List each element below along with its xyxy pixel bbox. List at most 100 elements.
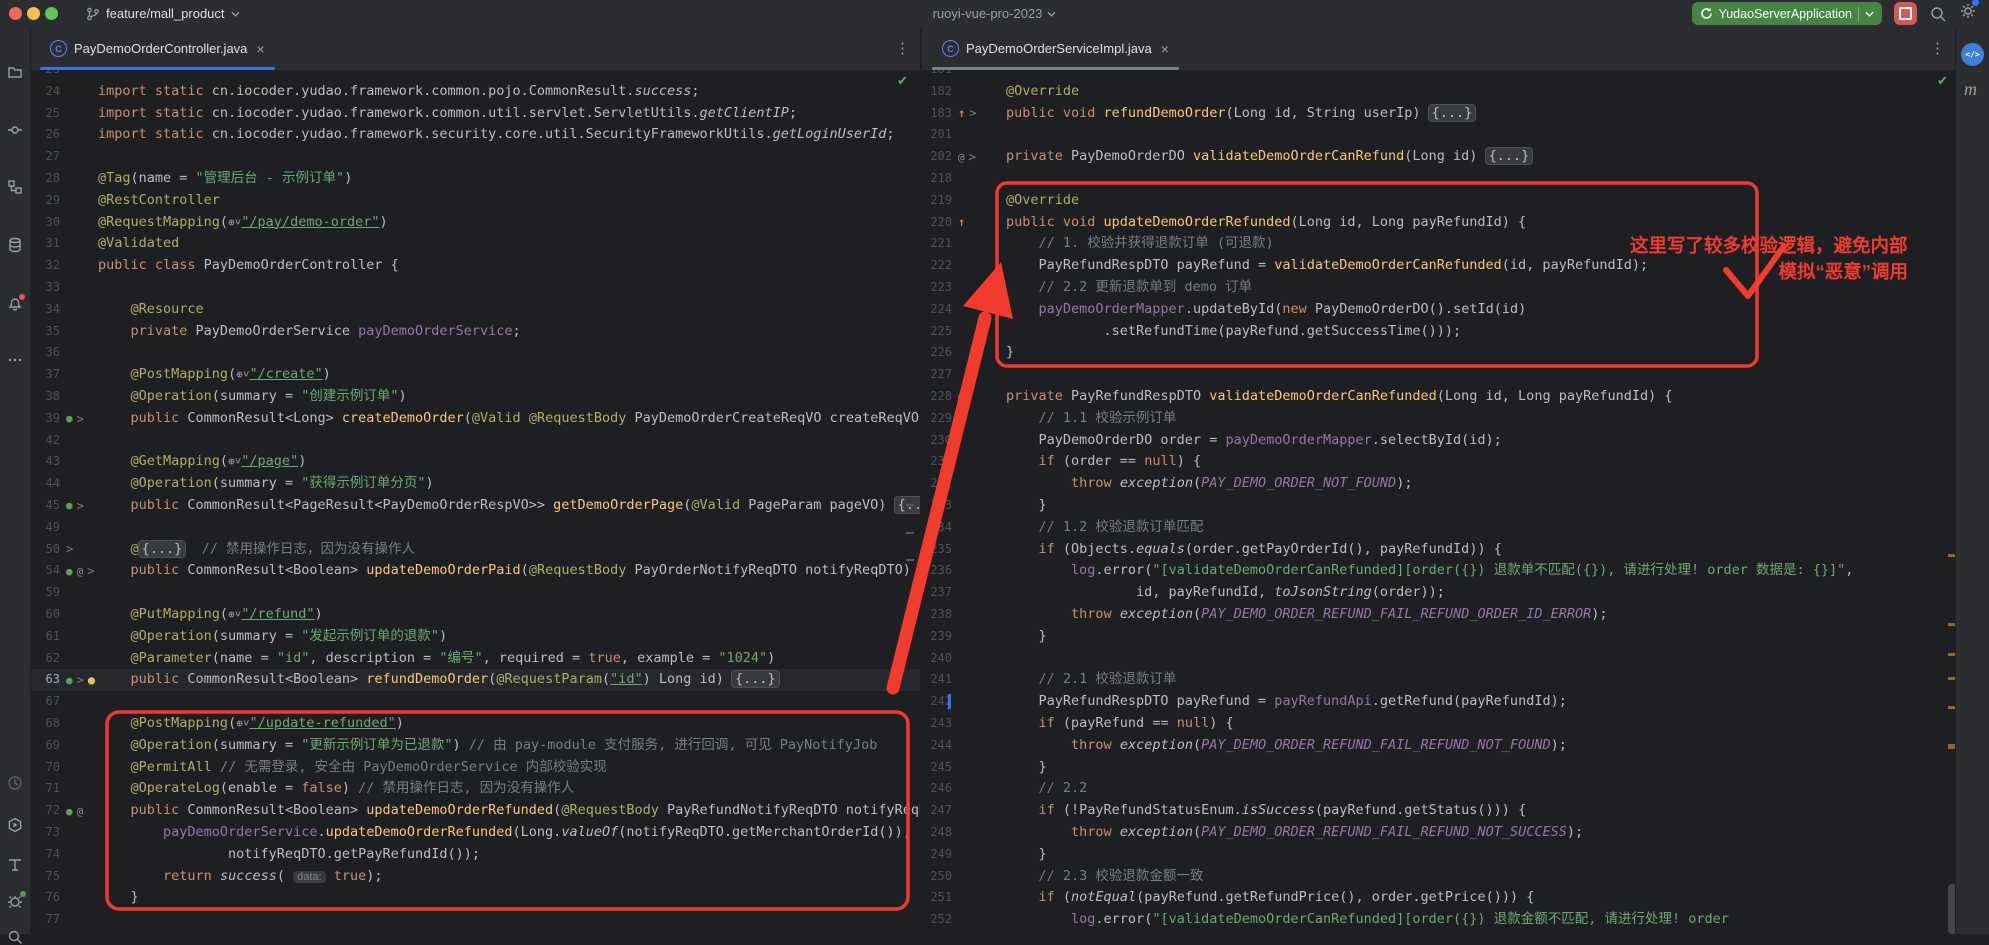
inspections-ok-icon[interactable]: ✔ xyxy=(1937,73,1948,89)
code-line[interactable]: 42 xyxy=(30,430,920,452)
code-line[interactable]: 63●>● public CommonResult<Boolean> refun… xyxy=(30,669,920,691)
code-line[interactable]: 28@Tag(name = "管理后台 - 示例订单") xyxy=(30,168,920,190)
search-everywhere-icon[interactable] xyxy=(1929,5,1947,23)
code-line[interactable]: 74 notifyReqDTO.getPayRefundId()); xyxy=(30,844,920,866)
fold-arrow-icon[interactable]: > xyxy=(77,674,84,686)
code-line[interactable]: 241 // 2.1 校验退款订单 xyxy=(922,669,1955,691)
code-line[interactable]: 243 if (payRefund == null) { xyxy=(922,713,1955,735)
macos-minimize-button[interactable] xyxy=(27,7,40,20)
code-line[interactable]: 54●@> public CommonResult<Boolean> updat… xyxy=(30,560,920,582)
editor-splitter[interactable] xyxy=(920,27,922,934)
change-marker[interactable] xyxy=(906,504,914,506)
code-line[interactable]: 60 @PutMapping(⊕˅"/refund") xyxy=(30,604,920,626)
code-line[interactable]: 238 throw exception(PAY_DEMO_ORDER_REFUN… xyxy=(922,604,1955,626)
code-line[interactable]: 245 } xyxy=(922,757,1955,779)
macos-close-button[interactable] xyxy=(9,7,22,20)
code-line[interactable]: 183↑>public void refundDemoOrder(Long id… xyxy=(922,103,1955,125)
code-line[interactable]: 225 .setRefundTime(payRefund.getSuccessT… xyxy=(922,321,1955,343)
code-line[interactable]: 235 if (Objects.equals(order.getPayOrder… xyxy=(922,539,1955,561)
code-line[interactable]: 69 @Operation(summary = "更新示例订单为已退款") //… xyxy=(30,735,920,757)
macos-zoom-button[interactable] xyxy=(45,7,58,20)
code-line[interactable]: 68 @PostMapping(⊕˅"/update-refunded") xyxy=(30,713,920,735)
editor-options-kebab-icon[interactable]: ⋮ xyxy=(895,39,910,57)
intention-bulb-icon[interactable]: ● xyxy=(88,674,95,686)
code-line[interactable]: 26import static cn.iocoder.yudao.framewo… xyxy=(30,124,920,146)
code-line[interactable]: 24import static cn.iocoder.yudao.framewo… xyxy=(30,81,920,103)
change-marker[interactable] xyxy=(906,559,914,561)
editor-options-kebab-icon[interactable]: ⋮ xyxy=(1930,39,1945,57)
spring-bean-icon[interactable]: ● xyxy=(66,675,73,686)
code-line[interactable]: 50> @{...} // 禁用操作日志，因为没有操作人 xyxy=(30,539,920,561)
code-line[interactable]: 231 if (order == null) { xyxy=(922,451,1955,473)
commit-tool-icon[interactable] xyxy=(7,122,23,138)
code-line[interactable]: 239 } xyxy=(922,626,1955,648)
code-line[interactable]: 251 if (notEqual(payRefund.getRefundPric… xyxy=(922,887,1955,909)
more-tools-icon[interactable] xyxy=(7,352,23,368)
code-line[interactable]: 218 xyxy=(922,168,1955,190)
code-line[interactable]: 240 xyxy=(922,648,1955,670)
code-line[interactable]: 224 payDemoOrderMapper.updateById(new Pa… xyxy=(922,299,1955,321)
project-tool-icon[interactable] xyxy=(7,64,23,80)
code-line[interactable]: 248 throw exception(PAY_DEMO_ORDER_REFUN… xyxy=(922,822,1955,844)
change-marker[interactable] xyxy=(906,532,914,534)
code-line[interactable]: 220↑public void updateDemoOrderRefunded(… xyxy=(922,212,1955,234)
spring-bean-icon[interactable]: ● xyxy=(66,413,73,424)
fold-arrow-icon[interactable]: > xyxy=(87,565,94,577)
code-line[interactable]: 242▍ PayRefundRespDTO payRefund = payRef… xyxy=(922,691,1955,713)
fold-arrow-icon[interactable]: > xyxy=(66,543,73,555)
code-line[interactable]: 32public class PayDemoOrderController { xyxy=(30,255,920,277)
git-branch-widget[interactable]: feature/mall_product xyxy=(86,3,240,24)
code-line[interactable]: 230 PayDemoOrderDO order = payDemoOrderM… xyxy=(922,430,1955,452)
code-line[interactable]: 233 } xyxy=(922,495,1955,517)
run-configuration-button[interactable]: YudaoServerApplication xyxy=(1692,2,1882,25)
code-line[interactable]: 246 // 2.2 xyxy=(922,778,1955,800)
code-line[interactable]: 228@private PayRefundRespDTO validateDem… xyxy=(922,386,1955,408)
close-icon[interactable]: × xyxy=(256,41,264,57)
chevron-down-icon[interactable] xyxy=(1865,11,1874,17)
structure-tool-icon[interactable] xyxy=(7,179,23,195)
code-line[interactable]: 71 @OperateLog(enable = false) // 禁用操作日志… xyxy=(30,778,920,800)
code-line[interactable]: 232 throw exception(PAY_DEMO_ORDER_NOT_F… xyxy=(922,473,1955,495)
override-method-icon[interactable]: ↑ xyxy=(958,216,965,228)
editor-left[interactable]: 2324import static cn.iocoder.yudao.frame… xyxy=(30,59,920,934)
code-line[interactable]: 44 @Operation(summary = "获得示例订单分页") xyxy=(30,473,920,495)
code-line[interactable]: 38 @Operation(summary = "创建示例订单") xyxy=(30,386,920,408)
code-line[interactable]: 45●> public CommonResult<PageResult<PayD… xyxy=(30,495,920,517)
code-line[interactable]: 222 PayRefundRespDTO payRefund = validat… xyxy=(922,255,1955,277)
editor-right[interactable]: 181182@Override183↑>public void refundDe… xyxy=(922,59,1955,934)
terminal-tool-icon[interactable] xyxy=(7,857,23,873)
code-line[interactable]: 221 // 1. 校验并获得退款订单 (可退款) xyxy=(922,233,1955,255)
code-line[interactable]: 252 log.error("[validateDemoOrderCanRefu… xyxy=(922,909,1955,931)
fold-arrow-icon[interactable]: > xyxy=(969,151,976,163)
database-tool-icon[interactable] xyxy=(7,237,23,253)
code-line[interactable]: 29@RestController xyxy=(30,190,920,212)
code-line[interactable]: 226} xyxy=(922,342,1955,364)
tab-paydemoordercontroller[interactable]: C PayDemoOrderController.java × xyxy=(40,27,275,70)
code-line[interactable]: 72●@ public CommonResult<Boolean> update… xyxy=(30,800,920,822)
tab-paydemoorderserviceimpl[interactable]: C PayDemoOrderServiceImpl.java × xyxy=(932,27,1179,70)
close-icon[interactable]: × xyxy=(1161,41,1169,57)
code-line[interactable]: 35 private PayDemoOrderService payDemoOr… xyxy=(30,321,920,343)
code-line[interactable]: 27 xyxy=(30,146,920,168)
annotation-gutter-icon[interactable]: @ xyxy=(77,566,84,577)
fold-arrow-icon[interactable]: > xyxy=(77,500,84,512)
code-line[interactable]: 75 return success( data: true); xyxy=(30,866,920,888)
code-line[interactable]: 244 throw exception(PAY_DEMO_ORDER_REFUN… xyxy=(922,735,1955,757)
code-line[interactable]: 70 @PermitAll // 无需登录, 安全由 PayDemoOrderS… xyxy=(30,757,920,779)
code-line[interactable]: 219@Override xyxy=(922,190,1955,212)
code-line[interactable]: 59 xyxy=(30,582,920,604)
code-line[interactable]: 31@Validated xyxy=(30,233,920,255)
fold-arrow-icon[interactable]: > xyxy=(969,107,976,119)
code-line[interactable]: 67 xyxy=(30,691,920,713)
ai-assistant-icon[interactable]: </> xyxy=(1961,43,1984,66)
code-line[interactable]: 234 // 1.2 校验退款订单匹配 xyxy=(922,517,1955,539)
code-line[interactable]: 201 xyxy=(922,124,1955,146)
inspections-ok-icon[interactable]: ✔ xyxy=(897,73,908,89)
code-line[interactable]: 25import static cn.iocoder.yudao.framewo… xyxy=(30,103,920,125)
code-line[interactable]: 202@>private PayDemoOrderDO validateDemo… xyxy=(922,146,1955,168)
code-line[interactable]: 236 log.error("[validateDemoOrderCanRefu… xyxy=(922,560,1955,582)
profiler-tool-icon[interactable] xyxy=(7,775,23,791)
spring-bean-icon[interactable]: ● xyxy=(66,500,73,511)
code-line[interactable]: 237 id, payRefundId, toJsonString(order)… xyxy=(922,582,1955,604)
code-line[interactable]: 223 // 2.2 更新退款单到 demo 订单 xyxy=(922,277,1955,299)
